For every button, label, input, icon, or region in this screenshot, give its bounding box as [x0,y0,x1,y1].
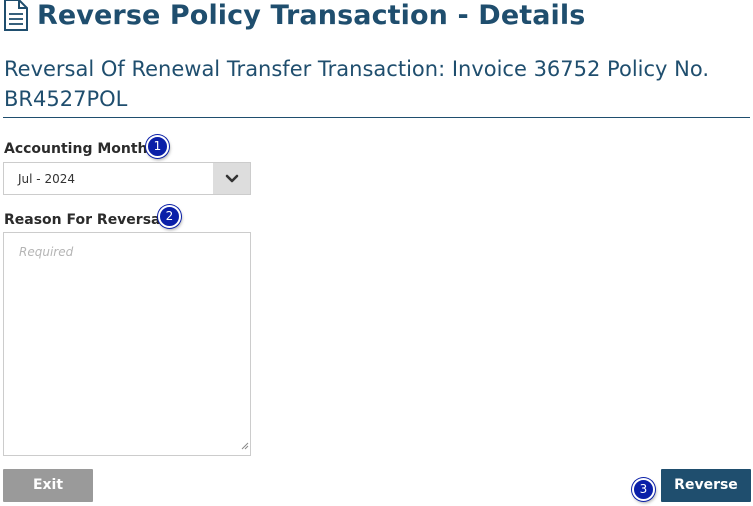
resize-grip-icon[interactable] [241,435,249,454]
chevron-down-icon[interactable] [213,163,250,194]
reason-for-reversal-label: Reason For Reversal [4,212,166,228]
accounting-month-value: Jul - 2024 [18,171,75,186]
exit-button[interactable]: Exit [3,469,93,502]
reverse-policy-transaction-page: Reverse Policy Transaction - Details Rev… [0,0,753,506]
reason-placeholder: Required [19,245,74,259]
page-header: Reverse Policy Transaction - Details [3,0,585,32]
step-3-callout: 3 [632,478,655,501]
step-1-callout: 1 [146,135,169,158]
accounting-month-label: Accounting Month [4,141,148,157]
accounting-month-select[interactable]: Jul - 2024 [3,162,251,195]
transaction-subtitle: Reversal Of Renewal Transfer Transaction… [4,57,709,111]
page-title: Reverse Policy Transaction - Details [37,0,586,31]
header-divider [3,117,750,118]
reason-for-reversal-textarea[interactable]: Required [3,232,251,456]
document-icon [3,0,29,31]
reverse-button[interactable]: Reverse [661,469,751,502]
step-2-callout: 2 [158,205,181,228]
